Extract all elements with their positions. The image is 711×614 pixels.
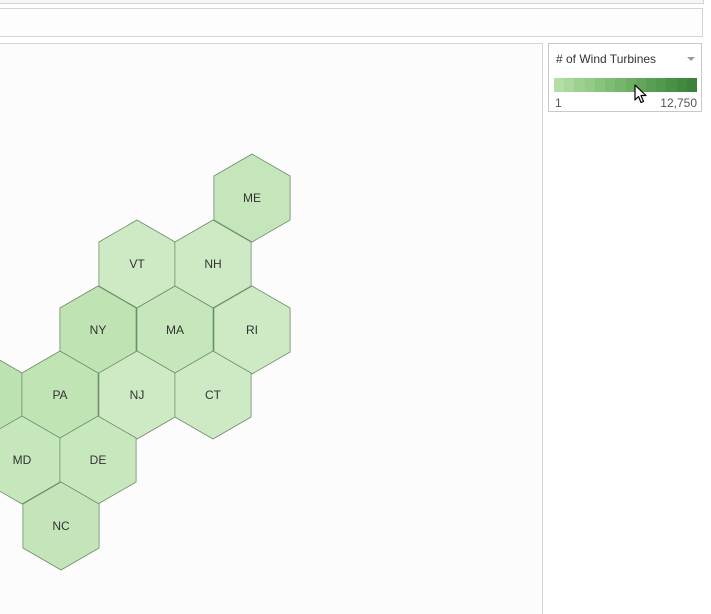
hex-tile-map: MEVT NHNY MA RIPA NJ CTMD DENC [0,153,291,571]
legend-max-label: 12,750 [660,96,697,110]
legend-ramp-step[interactable] [584,78,595,92]
legend-min-label: 1 [555,96,562,110]
legend-ramp-step[interactable] [676,78,687,92]
title-bar [0,8,703,37]
top-toolbar-strip [0,0,704,4]
legend-ramp-step[interactable] [605,78,616,92]
hex-map-pane: ME VT NH NY MA RI PA NJ CT MD DE NC [0,43,543,614]
legend-ramp-step[interactable] [615,78,626,92]
legend-menu-chevron-down-icon[interactable] [687,57,695,61]
legend-ramp-step[interactable] [666,78,677,92]
legend-ramp-step[interactable] [554,78,565,92]
legend-ramp-step[interactable] [645,78,657,92]
legend-ramp-step[interactable] [635,78,646,92]
legend-ramp-step[interactable] [656,78,667,92]
legend-ramp-step[interactable] [625,78,636,92]
legend-ramp-step[interactable] [564,78,575,92]
legend-color-ramp[interactable] [554,78,698,92]
legend-title: # of Wind Turbines [556,52,657,66]
legend-ramp-step[interactable] [574,78,585,92]
color-legend: # of Wind Turbines 1 12,750 [548,43,702,112]
legend-ramp-step[interactable] [594,78,606,92]
legend-ramp-step[interactable] [686,78,698,92]
